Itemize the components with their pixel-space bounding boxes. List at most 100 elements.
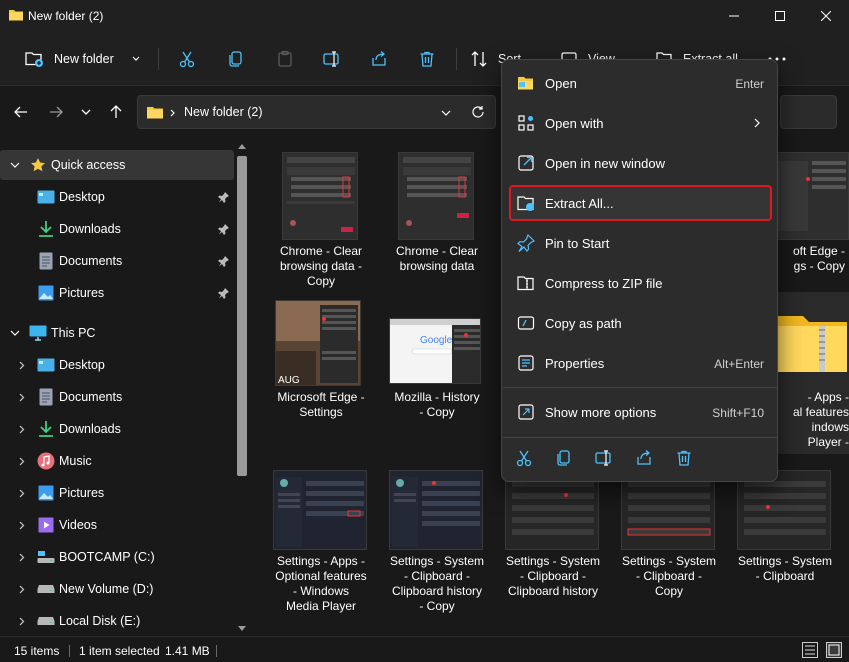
thumb-aug-text: AUG xyxy=(278,375,300,386)
file-thumbnail xyxy=(621,470,715,550)
menu-delete-button[interactable] xyxy=(668,442,700,474)
nav-scroll-thumb[interactable] xyxy=(237,156,247,476)
maximize-button[interactable] xyxy=(757,0,803,32)
forward-button[interactable] xyxy=(44,100,68,124)
nav-pc-videos[interactable]: Videos xyxy=(0,510,234,540)
nav-pc-drive-c[interactable]: BOOTCAMP (C:) xyxy=(0,542,234,572)
address-bar[interactable]: New folder (2) xyxy=(137,95,496,129)
computer-icon xyxy=(29,324,47,342)
breadcrumb[interactable]: New folder (2) xyxy=(184,105,263,119)
nav-item-label: Pictures xyxy=(59,486,105,500)
open-folder-icon xyxy=(518,77,533,90)
chevron-down-icon xyxy=(10,162,20,168)
folder-icon xyxy=(8,8,24,22)
menu-item-properties[interactable]: Properties Alt+Enter xyxy=(509,345,772,381)
file-name: Chrome - Clear browsing data xyxy=(395,244,479,273)
nav-this-pc[interactable]: This PC xyxy=(0,318,234,348)
menu-cut-button[interactable] xyxy=(508,442,540,474)
menu-item-label: Pin to Start xyxy=(545,236,610,251)
navigation-pane: Quick access Desktop Downloads Documents… xyxy=(0,140,250,636)
paste-button[interactable] xyxy=(276,44,294,74)
nav-item-label: Local Disk (E:) xyxy=(59,614,141,628)
rename-icon xyxy=(323,51,339,67)
close-button[interactable] xyxy=(803,0,849,32)
nav-item-label: Pictures xyxy=(59,286,105,300)
menu-item-copy-as-path[interactable]: Copy as path xyxy=(509,305,772,341)
search-input[interactable] xyxy=(780,95,837,129)
open-with-icon xyxy=(518,115,534,131)
back-button[interactable] xyxy=(9,100,33,124)
drive-icon xyxy=(37,580,55,598)
file-thumbnail xyxy=(398,152,474,240)
chevron-right-icon xyxy=(19,425,25,434)
chevron-right-icon xyxy=(19,617,25,626)
menu-share-button[interactable] xyxy=(628,442,660,474)
nav-pc-music[interactable]: Music xyxy=(0,446,234,476)
extract-icon xyxy=(517,196,534,211)
chevron-down-icon xyxy=(81,109,91,115)
cut-button[interactable] xyxy=(178,44,196,74)
details-view-button[interactable] xyxy=(802,642,818,658)
status-divider xyxy=(216,645,217,657)
nav-pc-documents[interactable]: Documents xyxy=(0,382,234,412)
chevron-right-icon xyxy=(19,457,25,466)
new-folder-button[interactable]: New folder xyxy=(24,44,140,74)
tiles-view-button[interactable] xyxy=(826,642,842,658)
status-bar: 15 items 1 item selected 1.41 MB xyxy=(0,636,849,662)
nav-pc-pictures[interactable]: Pictures xyxy=(0,478,234,508)
details-view-icon xyxy=(805,645,815,655)
chevron-right-icon xyxy=(19,553,25,562)
scissors-icon xyxy=(516,450,532,467)
menu-item-open[interactable]: Open Enter xyxy=(509,65,772,101)
menu-item-compress-zip[interactable]: Compress to ZIP file xyxy=(509,265,772,301)
share-button[interactable] xyxy=(370,44,388,74)
file-thumbnail xyxy=(505,470,599,550)
selection-count: 1 item selected xyxy=(79,644,160,658)
share-icon xyxy=(372,51,386,66)
menu-item-extract-all[interactable]: Extract All... xyxy=(509,185,772,221)
rename-icon xyxy=(595,450,611,466)
menu-rename-button[interactable] xyxy=(588,442,620,474)
nav-item-label: Desktop xyxy=(59,358,105,372)
nav-quick-desktop[interactable]: Desktop xyxy=(0,182,234,212)
copy-path-icon xyxy=(517,316,535,330)
nav-pc-drive-e[interactable]: Local Disk (E:) xyxy=(0,606,234,636)
chevron-right-icon xyxy=(19,361,25,370)
up-button[interactable] xyxy=(104,100,128,124)
menu-item-open-new-window[interactable]: Open in new window xyxy=(509,145,772,181)
rename-button[interactable] xyxy=(322,44,342,74)
menu-divider xyxy=(503,387,778,388)
nav-quick-access[interactable]: Quick access xyxy=(0,150,234,180)
arrow-up-icon xyxy=(110,105,122,118)
nav-quick-pictures[interactable]: Pictures xyxy=(0,278,234,308)
desktop-icon xyxy=(37,188,55,206)
nav-quick-downloads[interactable]: Downloads xyxy=(0,214,234,244)
copy-icon xyxy=(229,51,242,67)
nav-quick-documents[interactable]: Documents xyxy=(0,246,234,276)
recent-locations-button[interactable] xyxy=(74,100,98,124)
refresh-icon xyxy=(472,106,484,118)
new-folder-icon xyxy=(25,52,43,67)
nav-pc-desktop[interactable]: Desktop xyxy=(0,350,234,380)
nav-pc-drive-d[interactable]: New Volume (D:) xyxy=(0,574,234,604)
chevron-down-icon xyxy=(10,330,20,336)
nav-item-label: Documents xyxy=(59,254,123,268)
copy-button[interactable] xyxy=(227,44,245,74)
nav-pc-downloads[interactable]: Downloads xyxy=(0,414,234,444)
nav-item-label: Downloads xyxy=(59,222,121,236)
maximize-icon xyxy=(775,11,785,21)
document-icon xyxy=(37,252,55,270)
menu-item-label: Open with xyxy=(545,116,604,131)
minimize-button[interactable] xyxy=(711,0,757,32)
file-name: Settings - System - Clipboard xyxy=(737,554,833,583)
menu-item-open-with[interactable]: Open with xyxy=(509,105,772,141)
download-icon xyxy=(37,420,55,438)
file-name: Settings - System - Clipboard - Copy xyxy=(621,554,717,598)
menu-item-pin-to-start[interactable]: Pin to Start xyxy=(509,225,772,261)
file-thumbnail: Google xyxy=(389,318,481,384)
menu-copy-button[interactable] xyxy=(548,442,580,474)
menu-item-show-more-options[interactable]: Show more options Shift+F10 xyxy=(509,394,772,430)
nav-item-label: Downloads xyxy=(59,422,121,436)
thumb-google-text: Google xyxy=(420,335,453,346)
delete-button[interactable] xyxy=(418,44,436,74)
